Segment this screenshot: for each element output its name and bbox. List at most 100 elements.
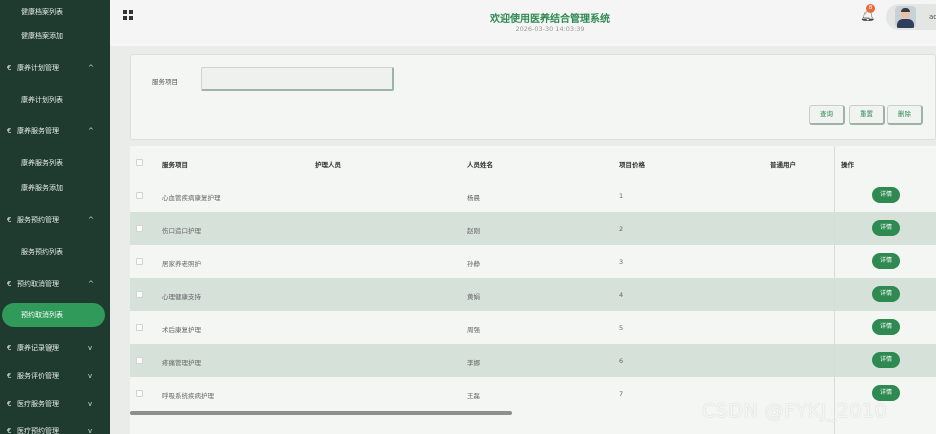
sidebar-item-care-service-list[interactable]: 康养服务列表	[0, 151, 110, 175]
data-table: 服务项目 护理人员 人员姓名 项目价格 普通用户 操作 心血管疾病康复护理 杨晨…	[130, 146, 936, 434]
sidebar-group-care-record[interactable]: € 康养记录管理 v	[0, 336, 110, 360]
sidebar-item-health-record-list[interactable]: 健康档案列表	[0, 0, 110, 24]
sidebar-item-label: 康养服务列表	[21, 159, 63, 167]
cell-price: 2	[619, 225, 624, 233]
row-checkbox[interactable]	[136, 324, 143, 331]
column-header[interactable]: 普通用户	[770, 159, 796, 169]
chevron-up-icon: ^	[88, 216, 94, 224]
sidebar-item-cancel-list[interactable]: 预约取消列表	[2, 303, 105, 327]
detail-button[interactable]: 详情	[872, 220, 900, 236]
sidebar-item-care-service-add[interactable]: 康养服务添加	[0, 176, 110, 200]
page-title: 欢迎使用医养结合管理系统	[490, 14, 610, 25]
sidebar-group-label: 预约取消管理	[17, 280, 59, 288]
select-all-checkbox[interactable]	[136, 159, 143, 166]
cell-service: 疼痛管理护理	[162, 359, 201, 367]
sidebar: 健康档案列表 健康档案添加 € 康养计划管理 ^ 康养计划列表 € 康养服务管理…	[0, 0, 110, 434]
notification-badge: 8	[866, 4, 875, 13]
cell-service: 呼吸系统疾病护理	[162, 392, 214, 400]
menu-icon: €	[7, 280, 12, 288]
cell-name: 赵刚	[467, 227, 480, 235]
cell-price: 3	[619, 258, 624, 266]
chevron-up-icon: ^	[88, 64, 94, 72]
menu-icon: €	[7, 344, 12, 352]
detail-button[interactable]: 详情	[872, 286, 900, 302]
sidebar-group-label: 医疗预约管理	[17, 427, 59, 434]
sidebar-item-care-plan-list[interactable]: 康养计划列表	[0, 88, 110, 112]
cell-price: 5	[619, 324, 624, 332]
sidebar-group-medical-service[interactable]: € 医疗服务管理 v	[0, 392, 110, 416]
sidebar-group-appointment[interactable]: € 服务预约管理 ^	[0, 208, 110, 232]
menu-icon: €	[7, 64, 12, 72]
column-header[interactable]: 服务项目	[162, 159, 188, 169]
fixed-column-divider	[834, 146, 835, 434]
cell-service: 心理健康支持	[162, 293, 201, 301]
sidebar-group-evaluation[interactable]: € 服务评价管理 v	[0, 364, 110, 388]
row-checkbox[interactable]	[136, 192, 143, 199]
menu-icon: €	[7, 372, 12, 380]
column-header[interactable]: 护理人员	[315, 159, 341, 169]
grid-menu-icon[interactable]	[123, 10, 133, 20]
sidebar-group-care-plan[interactable]: € 康养计划管理 ^	[0, 56, 110, 80]
sidebar-group-label: 服务预约管理	[17, 216, 59, 224]
table-row[interactable]: 心理健康支持 黄娟 4 详情	[130, 278, 936, 311]
cell-price: 4	[619, 291, 624, 299]
chevron-down-icon: v	[88, 427, 93, 434]
sidebar-group-label: 康养服务管理	[17, 127, 59, 135]
table-header: 服务项目 护理人员 人员姓名 项目价格 普通用户 操作	[130, 146, 936, 179]
row-checkbox[interactable]	[136, 258, 143, 265]
detail-button[interactable]: 详情	[872, 253, 900, 269]
row-checkbox[interactable]	[136, 357, 143, 364]
reset-button[interactable]: 重置	[849, 105, 885, 125]
cell-service: 术后康复护理	[162, 326, 201, 334]
cell-name: 王磊	[467, 392, 480, 400]
row-checkbox[interactable]	[136, 225, 143, 232]
table-row[interactable]: 心血管疾病康复护理 杨晨 1 详情	[130, 179, 936, 212]
column-header[interactable]: 项目价格	[619, 159, 645, 169]
column-header[interactable]: 人员姓名	[467, 159, 493, 169]
sidebar-item-label: 健康档案列表	[21, 8, 63, 16]
search-button[interactable]: 查询	[809, 105, 845, 125]
cell-service: 居家养老照护	[162, 260, 201, 268]
sidebar-item-label: 康养计划列表	[21, 96, 63, 104]
chevron-up-icon: ^	[88, 127, 94, 135]
detail-button[interactable]: 详情	[872, 319, 900, 335]
cell-price: 6	[619, 357, 624, 365]
sidebar-item-health-record-add[interactable]: 健康档案添加	[0, 24, 110, 48]
sidebar-group-label: 服务评价管理	[17, 372, 59, 380]
horizontal-scrollbar[interactable]	[130, 411, 512, 415]
detail-button[interactable]: 详情	[872, 385, 900, 401]
cell-price: 1	[619, 192, 624, 200]
sidebar-item-appointment-list[interactable]: 服务预约列表	[0, 240, 110, 264]
cell-name: 孙静	[467, 260, 480, 268]
detail-button[interactable]: 详情	[872, 352, 900, 368]
table-row[interactable]: 疼痛管理护理 李娜 6 详情	[130, 344, 936, 377]
menu-icon: €	[7, 400, 12, 408]
table-row[interactable]: 术后康复护理 周强 5 详情	[130, 311, 936, 344]
search-panel: 服务项目 查询 重置 删除	[130, 54, 936, 140]
user-menu[interactable]: admin	[886, 4, 936, 30]
sidebar-item-label: 健康档案添加	[21, 32, 63, 40]
delete-button[interactable]: 删除	[887, 105, 923, 125]
sidebar-group-cancel[interactable]: € 预约取消管理 ^	[0, 272, 110, 296]
sidebar-item-label: 康养服务添加	[21, 184, 63, 192]
sidebar-item-label: 预约取消列表	[21, 311, 63, 319]
cell-name: 周强	[467, 326, 480, 334]
table-row[interactable]: 居家养老照护 孙静 3 详情	[130, 245, 936, 278]
sidebar-group-medical-appointment[interactable]: € 医疗预约管理 v	[0, 419, 110, 434]
row-checkbox[interactable]	[136, 291, 143, 298]
cell-name: 黄娟	[467, 293, 480, 301]
detail-button[interactable]: 详情	[872, 187, 900, 203]
menu-icon: €	[7, 216, 12, 224]
avatar	[895, 6, 916, 28]
service-item-input[interactable]	[201, 67, 394, 91]
sidebar-group-label: 医疗服务管理	[17, 400, 59, 408]
menu-icon: €	[7, 127, 12, 135]
watermark: CSDN @FYKJ_2010	[702, 400, 888, 422]
top-header: 欢迎使用医养结合管理系统 2026-03-30 14:03:39 🔔︎ 8 ad…	[110, 0, 936, 46]
table-row[interactable]: 伤口造口护理 赵刚 2 详情	[130, 212, 936, 245]
row-checkbox[interactable]	[136, 390, 143, 397]
cell-name: 李娜	[467, 359, 480, 367]
sidebar-group-care-service[interactable]: € 康养服务管理 ^	[0, 119, 110, 143]
chevron-up-icon: ^	[88, 280, 94, 288]
column-header: 操作	[841, 161, 854, 169]
